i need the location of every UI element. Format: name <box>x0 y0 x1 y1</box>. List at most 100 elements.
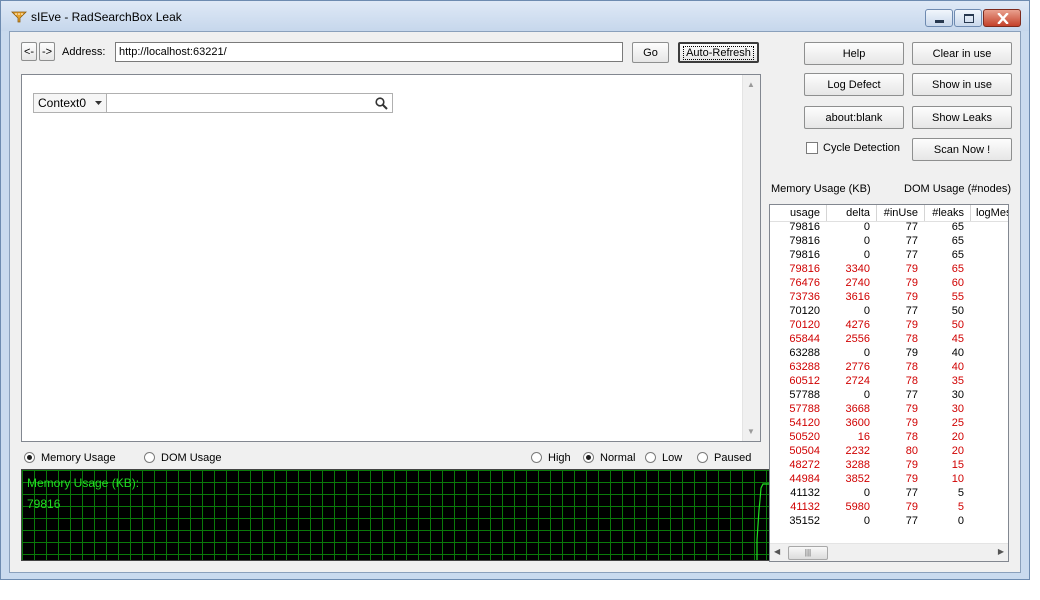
go-button[interactable]: Go <box>632 42 669 63</box>
cell-usage: 79816 <box>789 221 820 233</box>
table-row[interactable]: 50520 16 78 20 <box>770 431 1008 445</box>
table-row[interactable]: 65844 2556 78 45 <box>770 333 1008 347</box>
cell-leaks: 45 <box>951 333 964 345</box>
table-row[interactable]: 44984 3852 79 10 <box>770 473 1008 487</box>
browser-vertical-scrollbar[interactable]: ▲ ▼ <box>742 75 760 441</box>
context-dropdown-label: Context0 <box>38 96 87 110</box>
cell-inuse: 79 <box>905 277 918 289</box>
scroll-left-icon[interactable]: ◀ <box>774 547 780 556</box>
stats-table-header: usage delta #inUse #leaks logMes <box>770 205 1008 222</box>
table-row[interactable]: 41132 0 77 5 <box>770 487 1008 501</box>
cell-inuse: 78 <box>905 431 918 443</box>
title-bar[interactable]: sIEve - RadSearchBox Leak <box>1 1 1029 31</box>
back-button[interactable]: <- <box>21 42 37 61</box>
cell-delta: 16 <box>857 431 870 443</box>
cell-inuse: 79 <box>905 291 918 303</box>
cell-inuse: 77 <box>905 389 918 401</box>
search-icon[interactable] <box>375 97 388 110</box>
table-row[interactable]: 70120 0 77 50 <box>770 305 1008 319</box>
browser-pane[interactable]: Context0 ▲ ▼ <box>21 74 761 442</box>
table-row[interactable]: 70120 4276 79 50 <box>770 319 1008 333</box>
cell-inuse: 79 <box>905 501 918 513</box>
table-row[interactable]: 60512 2724 78 35 <box>770 375 1008 389</box>
scroll-up-icon[interactable]: ▲ <box>747 80 755 89</box>
table-row[interactable]: 57788 0 77 30 <box>770 389 1008 403</box>
cell-inuse: 79 <box>905 459 918 471</box>
maximize-button[interactable] <box>954 9 982 27</box>
table-row[interactable]: 57788 3668 79 30 <box>770 403 1008 417</box>
address-input[interactable] <box>115 42 623 62</box>
scroll-right-icon[interactable]: ▶ <box>998 547 1004 556</box>
cell-delta: 2232 <box>845 445 870 457</box>
column-header-leaks[interactable]: #leaks <box>932 207 964 219</box>
context-dropdown[interactable]: Context0 <box>33 93 107 113</box>
table-row[interactable]: 79816 3340 79 65 <box>770 263 1008 277</box>
cell-usage: 79816 <box>789 263 820 275</box>
scroll-down-icon[interactable]: ▼ <box>747 427 755 436</box>
cell-leaks: 25 <box>951 417 964 429</box>
clear-in-use-button[interactable]: Clear in use <box>912 42 1012 65</box>
about-blank-button[interactable]: about:blank <box>804 106 904 129</box>
table-row[interactable]: 54120 3600 79 25 <box>770 417 1008 431</box>
forward-button[interactable]: -> <box>39 42 55 61</box>
cell-delta: 2776 <box>845 361 870 373</box>
cell-usage: 57788 <box>789 389 820 401</box>
cell-delta: 3852 <box>845 473 870 485</box>
horizontal-scroll-thumb[interactable]: ||| <box>788 546 828 560</box>
stats-table[interactable]: usage delta #inUse #leaks logMes 79816 0 7… <box>769 204 1009 562</box>
table-row[interactable]: 79816 0 77 65 <box>770 235 1008 249</box>
column-header-delta[interactable]: delta <box>846 207 870 219</box>
search-input[interactable] <box>106 93 393 113</box>
cell-leaks: 35 <box>951 375 964 387</box>
cycle-detection-label: Cycle Detection <box>823 142 901 154</box>
cell-leaks: 30 <box>951 403 964 415</box>
table-row[interactable]: 79816 0 77 65 <box>770 249 1008 263</box>
table-row[interactable]: 73736 3616 79 55 <box>770 291 1008 305</box>
table-row[interactable]: 76476 2740 79 60 <box>770 277 1008 291</box>
table-row[interactable]: 63288 2776 78 40 <box>770 361 1008 375</box>
low-priority-radio[interactable] <box>645 452 656 463</box>
high-priority-radio[interactable] <box>531 452 542 463</box>
log-defect-button[interactable]: Log Defect <box>804 73 904 96</box>
table-row[interactable]: 41132 5980 79 5 <box>770 501 1008 515</box>
column-header-usage[interactable]: usage <box>790 207 820 219</box>
cell-delta: 2740 <box>845 277 870 289</box>
scan-now-button[interactable]: Scan Now ! <box>912 138 1012 161</box>
auto-refresh-button[interactable]: Auto-Refresh <box>678 42 759 63</box>
cell-leaks: 60 <box>951 277 964 289</box>
table-row[interactable]: 35152 0 77 0 <box>770 515 1008 529</box>
table-row[interactable]: 50504 2232 80 20 <box>770 445 1008 459</box>
cell-delta: 0 <box>863 347 870 359</box>
show-in-use-button[interactable]: Show in use <box>912 73 1012 96</box>
stats-horizontal-scrollbar[interactable]: ◀ ||| ▶ <box>770 543 1008 561</box>
table-row[interactable]: 79816 0 77 65 <box>770 221 1008 235</box>
cell-inuse: 80 <box>905 445 918 457</box>
normal-priority-label: Normal <box>600 452 636 464</box>
show-leaks-button[interactable]: Show Leaks <box>912 106 1012 129</box>
cell-inuse: 78 <box>905 333 918 345</box>
show-leaks-label: Show Leaks <box>932 111 992 124</box>
minimize-button[interactable] <box>925 9 953 27</box>
close-icon <box>997 13 1009 24</box>
table-row[interactable]: 63288 0 79 40 <box>770 347 1008 361</box>
low-priority-label: Low <box>662 452 683 464</box>
paused-priority-radio[interactable] <box>697 452 708 463</box>
about-blank-label: about:blank <box>825 111 883 124</box>
cell-leaks: 40 <box>951 347 964 359</box>
dom-usage-radio-label: DOM Usage <box>161 452 222 464</box>
help-button[interactable]: Help <box>804 42 904 65</box>
cell-leaks: 5 <box>957 501 964 513</box>
column-header-logmes[interactable]: logMes <box>976 207 1008 219</box>
column-header-inuse[interactable]: #inUse <box>884 207 918 219</box>
close-button[interactable] <box>983 9 1021 27</box>
cycle-detection-checkbox[interactable] <box>806 142 818 154</box>
cell-delta: 2556 <box>845 333 870 345</box>
table-row[interactable]: 48272 3288 79 15 <box>770 459 1008 473</box>
dom-usage-radio[interactable] <box>144 452 155 463</box>
memory-graph: Memory Usage (KB): 79816 <box>21 469 770 561</box>
go-button-label: Go <box>643 46 658 59</box>
normal-priority-radio[interactable] <box>583 452 594 463</box>
cell-leaks: 65 <box>951 235 964 247</box>
back-button-label: <- <box>23 45 35 58</box>
memory-usage-radio[interactable] <box>24 452 35 463</box>
